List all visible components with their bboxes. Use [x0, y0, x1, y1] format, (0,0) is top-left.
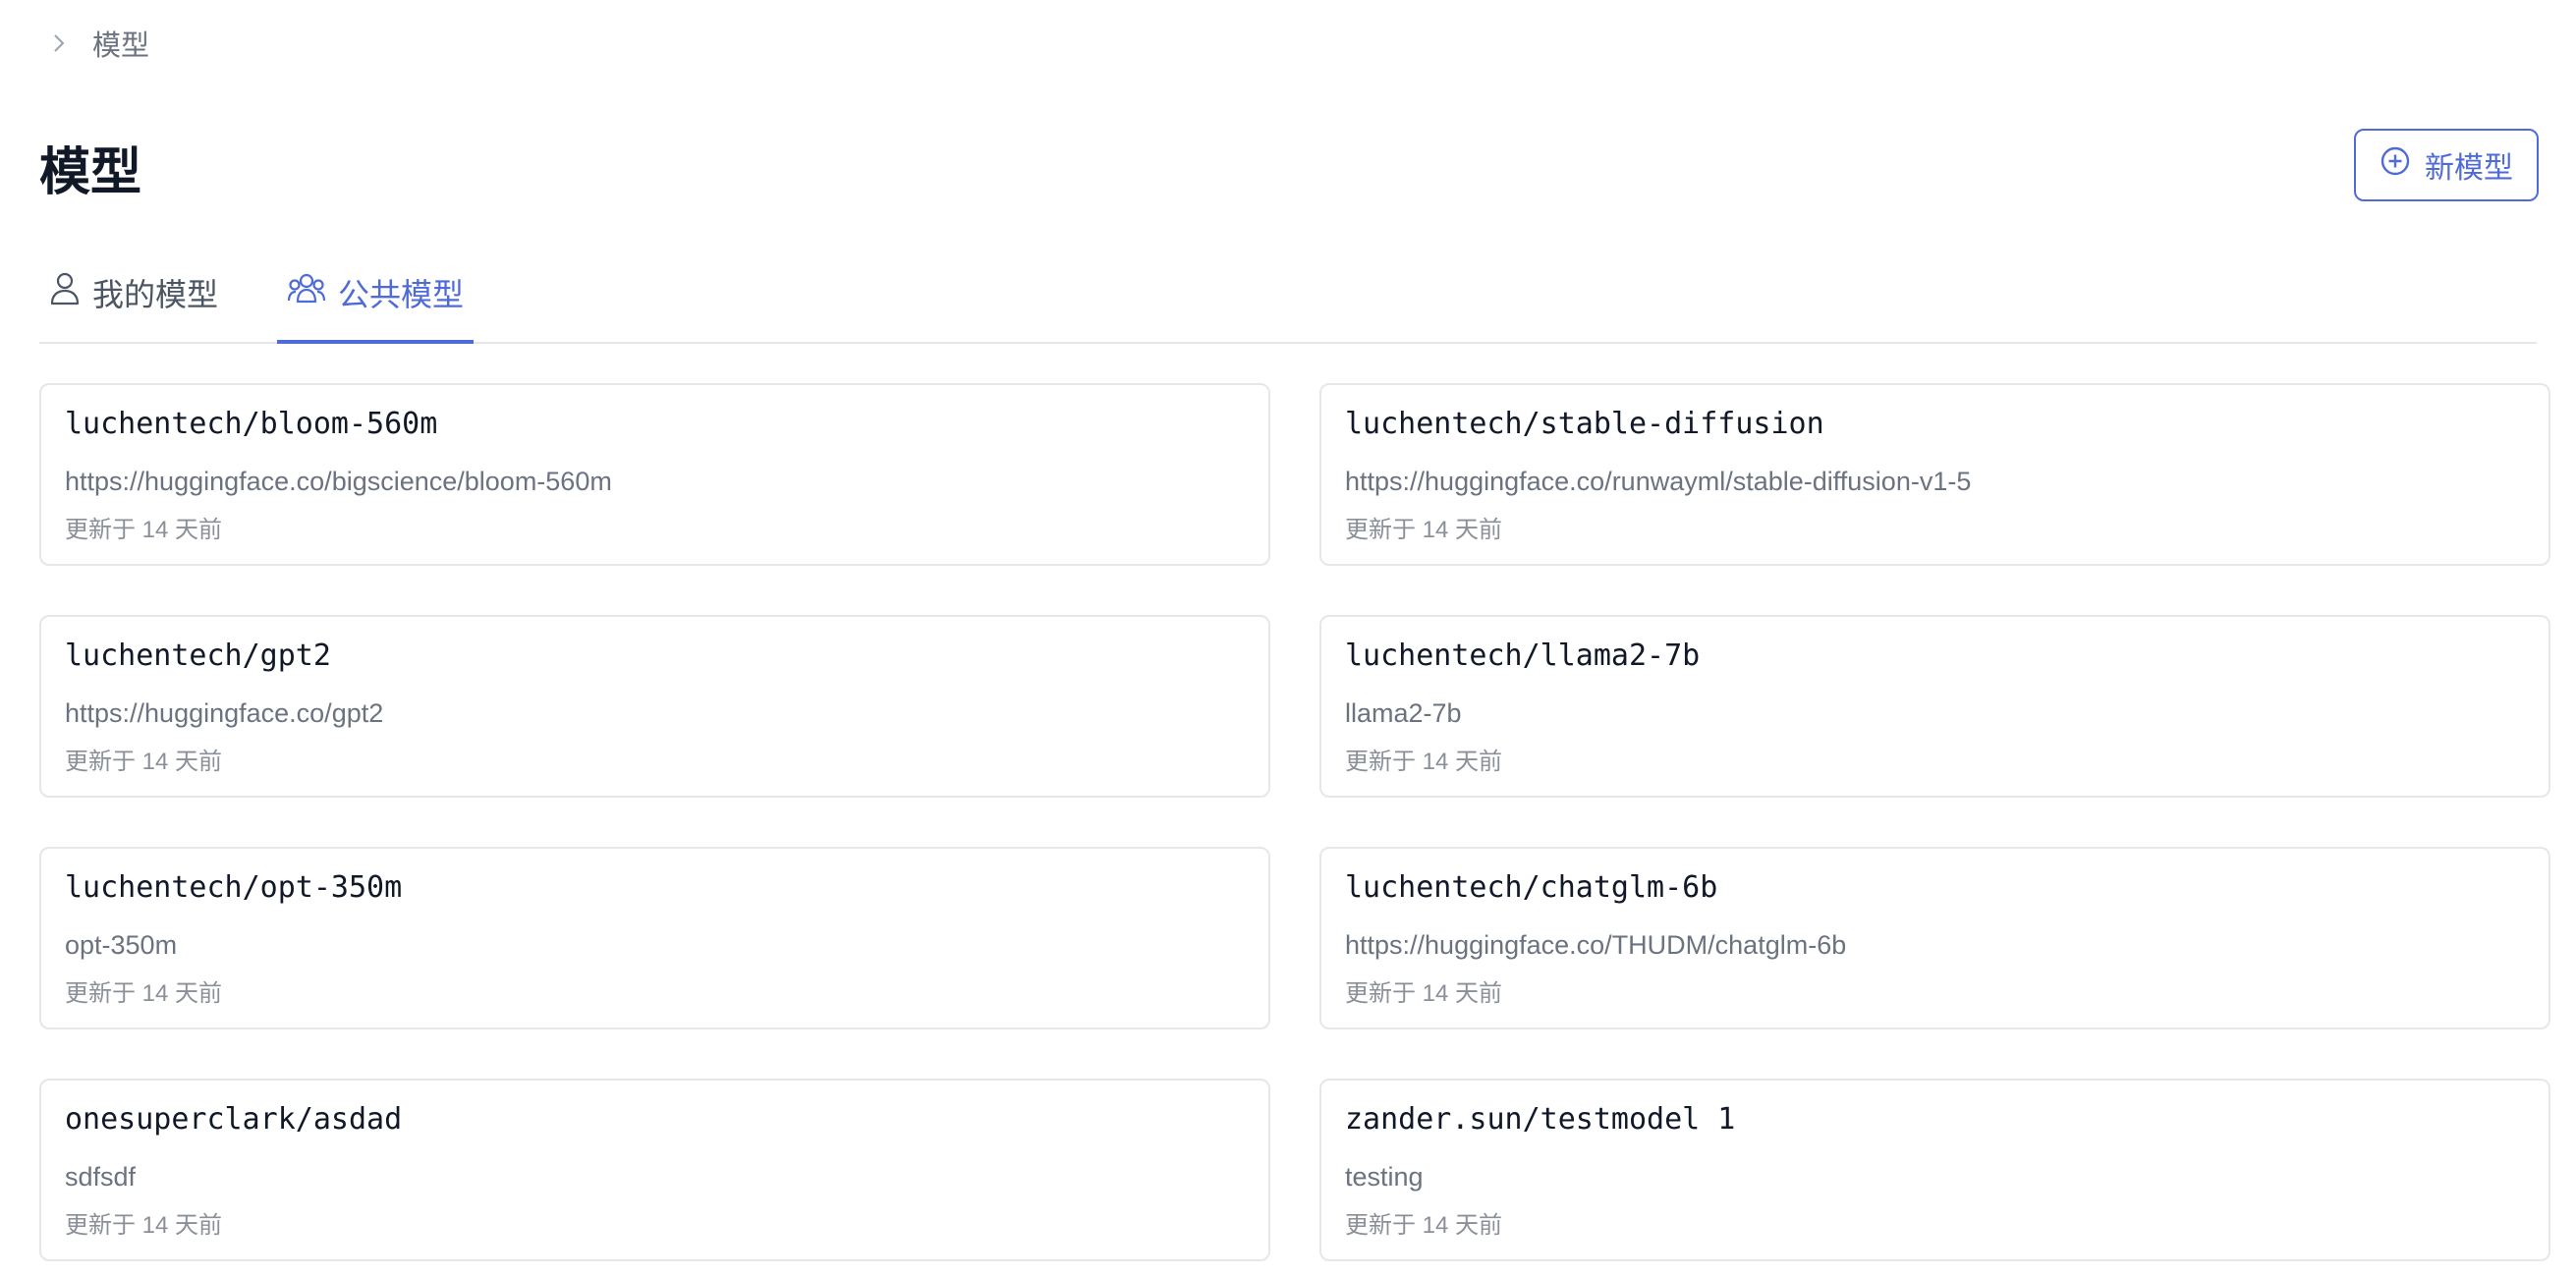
model-updated: 更新于 14 天前 — [65, 517, 223, 543]
model-name: luchentech/gpt2 — [65, 638, 331, 673]
model-name: onesuperclark/asdad — [65, 1102, 403, 1137]
tab-my-models-label: 我的模型 — [92, 277, 219, 312]
model-description: testing — [1345, 1162, 1424, 1192]
chevron-right-icon — [45, 29, 73, 57]
model-card[interactable]: luchentech/bloom-560m https://huggingfac… — [39, 383, 1270, 566]
user-icon — [49, 271, 81, 314]
new-model-button-label: 新模型 — [2425, 152, 2513, 185]
tab-my-models[interactable]: 我的模型 — [39, 246, 228, 344]
model-name: luchentech/bloom-560m — [65, 407, 438, 441]
model-description: sdfsdf — [65, 1162, 137, 1192]
page-title: 模型 — [39, 143, 142, 201]
model-updated: 更新于 14 天前 — [1345, 1212, 1503, 1239]
model-card[interactable]: zander.sun/testmodel 1 testing 更新于 14 天前 — [1319, 1079, 2550, 1261]
plus-circle-icon — [2380, 145, 2411, 185]
model-description: https://huggingface.co/gpt2 — [65, 698, 384, 728]
breadcrumb: 模型 — [39, 0, 2537, 86]
model-grid: luchentech/bloom-560m https://huggingfac… — [39, 383, 2550, 1261]
model-description: https://huggingface.co/runwayml/stable-d… — [1345, 467, 1972, 496]
model-name: zander.sun/testmodel 1 — [1345, 1102, 1736, 1137]
model-card[interactable]: onesuperclark/asdad sdfsdf 更新于 14 天前 — [39, 1079, 1270, 1261]
users-icon — [287, 272, 326, 313]
model-name: luchentech/chatglm-6b — [1345, 870, 1718, 905]
model-card[interactable]: luchentech/stable-diffusion https://hugg… — [1319, 383, 2550, 566]
model-tabs: 我的模型 公共模型 — [39, 244, 2537, 344]
model-card[interactable]: luchentech/opt-350m opt-350m 更新于 14 天前 — [39, 847, 1270, 1029]
page-header: 模型 新模型 — [39, 86, 2539, 244]
breadcrumb-current[interactable]: 模型 — [92, 23, 149, 64]
model-description: llama2-7b — [1345, 698, 1462, 728]
model-updated: 更新于 14 天前 — [1345, 749, 1503, 775]
model-card[interactable]: luchentech/chatglm-6b https://huggingfac… — [1319, 847, 2550, 1029]
tab-public-models-label: 公共模型 — [338, 277, 465, 312]
model-updated: 更新于 14 天前 — [65, 1212, 223, 1239]
model-name: luchentech/llama2-7b — [1345, 638, 1701, 673]
model-card[interactable]: luchentech/llama2-7b llama2-7b 更新于 14 天前 — [1319, 615, 2550, 798]
new-model-button[interactable]: 新模型 — [2354, 129, 2539, 201]
model-description: https://huggingface.co/THUDM/chatglm-6b — [1345, 930, 1847, 960]
model-description: opt-350m — [65, 930, 178, 960]
model-updated: 更新于 14 天前 — [65, 749, 223, 775]
tab-public-models[interactable]: 公共模型 — [277, 246, 475, 344]
model-description: https://huggingface.co/bigscience/bloom-… — [65, 467, 612, 496]
model-name: luchentech/stable-diffusion — [1345, 407, 1824, 441]
model-updated: 更新于 14 天前 — [1345, 517, 1503, 543]
model-updated: 更新于 14 天前 — [1345, 980, 1503, 1007]
page: 模型 模型 新模型 我的模型 公共模型 luchentech/bloom-560… — [0, 0, 2576, 1277]
model-name: luchentech/opt-350m — [65, 870, 403, 905]
model-updated: 更新于 14 天前 — [65, 980, 223, 1007]
model-card[interactable]: luchentech/gpt2 https://huggingface.co/g… — [39, 615, 1270, 798]
